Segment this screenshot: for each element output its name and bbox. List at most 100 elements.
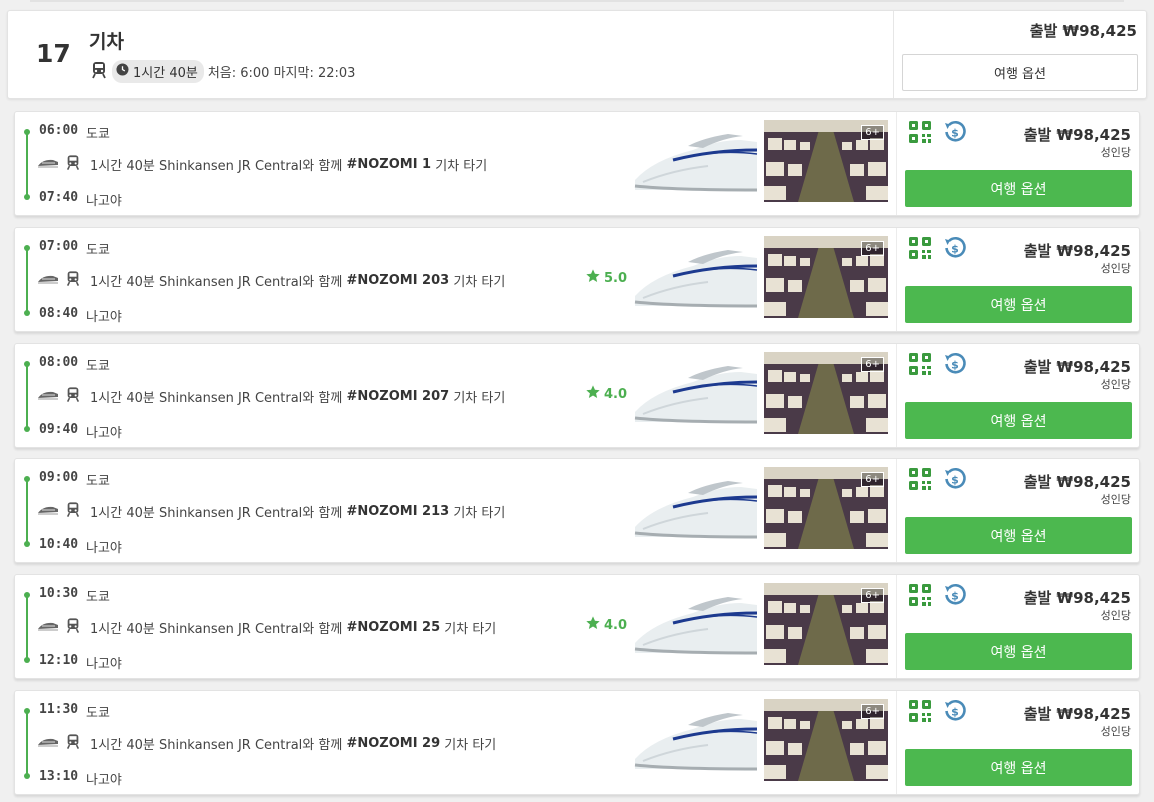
departure-time: 11:30	[39, 702, 79, 717]
trip-card[interactable]: 10:30 도쿄 1시간 40분 Shinkansen JR Central와 …	[14, 574, 1140, 679]
departure-place: 도쿄	[86, 243, 110, 258]
trip-card[interactable]: 06:00 도쿄 1시간 40분 Shinkansen JR Central와 …	[14, 111, 1140, 216]
trip-options-button[interactable]: 여행 옵션	[905, 633, 1132, 670]
carrier-logo-icon	[37, 504, 59, 520]
interior-photo[interactable]: 6+	[764, 352, 888, 434]
arrival-place: 나고야	[86, 773, 122, 788]
arrival-place: 나고야	[86, 426, 122, 441]
price-per-adult: 성인당	[1100, 378, 1131, 391]
qr-ticket-icon	[909, 468, 931, 494]
trip-suffix: 기차 타기	[453, 391, 506, 406]
trip-description: 1시간 40분 Shinkansen JR Central와 함께 #NOZOM…	[37, 501, 505, 522]
carrier-logo-icon	[37, 389, 59, 405]
refund-icon: $	[943, 583, 967, 611]
trip-options-button[interactable]: 여행 옵션	[902, 54, 1138, 91]
qr-ticket-icon	[909, 353, 931, 379]
interior-photo[interactable]: 6+	[764, 699, 888, 781]
interior-photo[interactable]: 6+	[764, 583, 888, 665]
arrival-place: 나고야	[86, 310, 122, 325]
svg-text:$: $	[951, 474, 959, 487]
rating-value: 5.0	[604, 270, 628, 286]
trip-operator: Shinkansen JR Central와 함께	[158, 622, 343, 637]
train-photo[interactable]	[633, 120, 759, 202]
train-photo[interactable]	[633, 467, 759, 549]
star-icon	[585, 268, 601, 288]
trip-suffix: 기차 타기	[435, 159, 488, 174]
price-per-adult: 성인당	[1100, 146, 1131, 159]
trip-options-button[interactable]: 여행 옵션	[905, 286, 1132, 323]
trip-options-button[interactable]: 여행 옵션	[905, 170, 1132, 207]
trip-operator: Shinkansen JR Central와 함께	[158, 738, 343, 753]
train-photo[interactable]	[633, 352, 759, 434]
age-badge: 6+	[861, 588, 884, 603]
trip-price-panel: $ 출발 ₩98,425 성인당 여행 옵션	[896, 344, 1140, 447]
trip-price: 출발 ₩98,425	[1023, 473, 1131, 491]
train-icon	[65, 501, 81, 522]
interior-photo[interactable]: 6+	[764, 120, 888, 202]
rating-value: 4.0	[604, 617, 628, 633]
price-per-adult: 성인당	[1100, 609, 1131, 622]
trip-options-button[interactable]: 여행 옵션	[905, 402, 1132, 439]
trip-description: 1시간 40분 Shinkansen JR Central와 함께 #NOZOM…	[37, 386, 505, 407]
train-photo[interactable]	[633, 583, 759, 665]
interior-photo[interactable]: 6+	[764, 467, 888, 549]
train-number: #NOZOMI 1	[346, 157, 432, 172]
departure-place: 도쿄	[86, 706, 110, 721]
svg-text:$: $	[951, 706, 959, 719]
trip-card[interactable]: 09:00 도쿄 1시간 40분 Shinkansen JR Central와 …	[14, 458, 1140, 563]
arrival-place: 나고야	[86, 541, 122, 556]
train-icon	[90, 61, 108, 83]
train-number: #NOZOMI 29	[346, 736, 441, 751]
trip-duration: 1시간 40분	[90, 738, 155, 753]
trip-price: 출발 ₩98,425	[1023, 589, 1131, 607]
arrival-place: 나고야	[86, 657, 122, 672]
departure-place: 도쿄	[86, 590, 110, 605]
star-icon	[585, 615, 601, 635]
train-photo[interactable]	[633, 236, 759, 318]
price-per-adult: 성인당	[1100, 493, 1131, 506]
timeline-dot-departure	[24, 245, 30, 251]
trip-price: 출발 ₩98,425	[1023, 705, 1131, 723]
carrier-logo-icon	[37, 736, 59, 752]
train-icon	[65, 733, 81, 754]
arrival-time: 13:10	[39, 769, 79, 784]
trip-card[interactable]: 11:30 도쿄 1시간 40분 Shinkansen JR Central와 …	[14, 690, 1140, 795]
qr-ticket-icon	[909, 700, 931, 726]
qr-ticket-icon	[909, 121, 931, 147]
train-icon	[65, 617, 81, 638]
result-count: 17	[36, 39, 71, 68]
trip-description: 1시간 40분 Shinkansen JR Central와 함께 #NOZOM…	[37, 617, 496, 638]
timeline-dot-arrival	[24, 310, 30, 316]
trip-suffix: 기차 타기	[444, 738, 497, 753]
timeline-dot-arrival	[24, 657, 30, 663]
summary-meta: 1시간 40분 처음: 6:00 마지막: 22:03	[90, 60, 355, 83]
refund-icon: $	[943, 352, 967, 380]
timeline-line	[26, 132, 28, 198]
top-divider	[30, 0, 1124, 2]
svg-text:$: $	[951, 243, 959, 256]
timeline-line	[26, 364, 28, 430]
train-icon	[65, 386, 81, 407]
departure-time: 08:00	[39, 355, 79, 370]
train-number: #NOZOMI 207	[346, 389, 450, 404]
departure-time: 06:00	[39, 123, 79, 138]
trip-price: 출발 ₩98,425	[1023, 242, 1131, 260]
timeline-dot-departure	[24, 361, 30, 367]
trip-card[interactable]: 07:00 도쿄 1시간 40분 Shinkansen JR Central와 …	[14, 227, 1140, 332]
train-photo[interactable]	[633, 699, 759, 781]
timeline-dot-departure	[24, 476, 30, 482]
trip-options-button[interactable]: 여행 옵션	[905, 749, 1132, 786]
trip-description: 1시간 40분 Shinkansen JR Central와 함께 #NOZOM…	[37, 270, 505, 291]
refund-icon: $	[943, 699, 967, 727]
departure-place: 도쿄	[86, 359, 110, 374]
timeline-dot-arrival	[24, 194, 30, 200]
duration-text: 1시간 40분	[133, 66, 198, 81]
interior-photo[interactable]: 6+	[764, 236, 888, 318]
age-badge: 6+	[861, 125, 884, 140]
trip-price-panel: $ 출발 ₩98,425 성인당 여행 옵션	[896, 691, 1140, 794]
trip-options-button[interactable]: 여행 옵션	[905, 517, 1132, 554]
first-last-times: 처음: 6:00 마지막: 22:03	[207, 66, 356, 81]
transport-mode: 기차	[89, 31, 124, 53]
trip-card[interactable]: 08:00 도쿄 1시간 40분 Shinkansen JR Central와 …	[14, 343, 1140, 448]
rating: 5.0	[585, 268, 627, 288]
